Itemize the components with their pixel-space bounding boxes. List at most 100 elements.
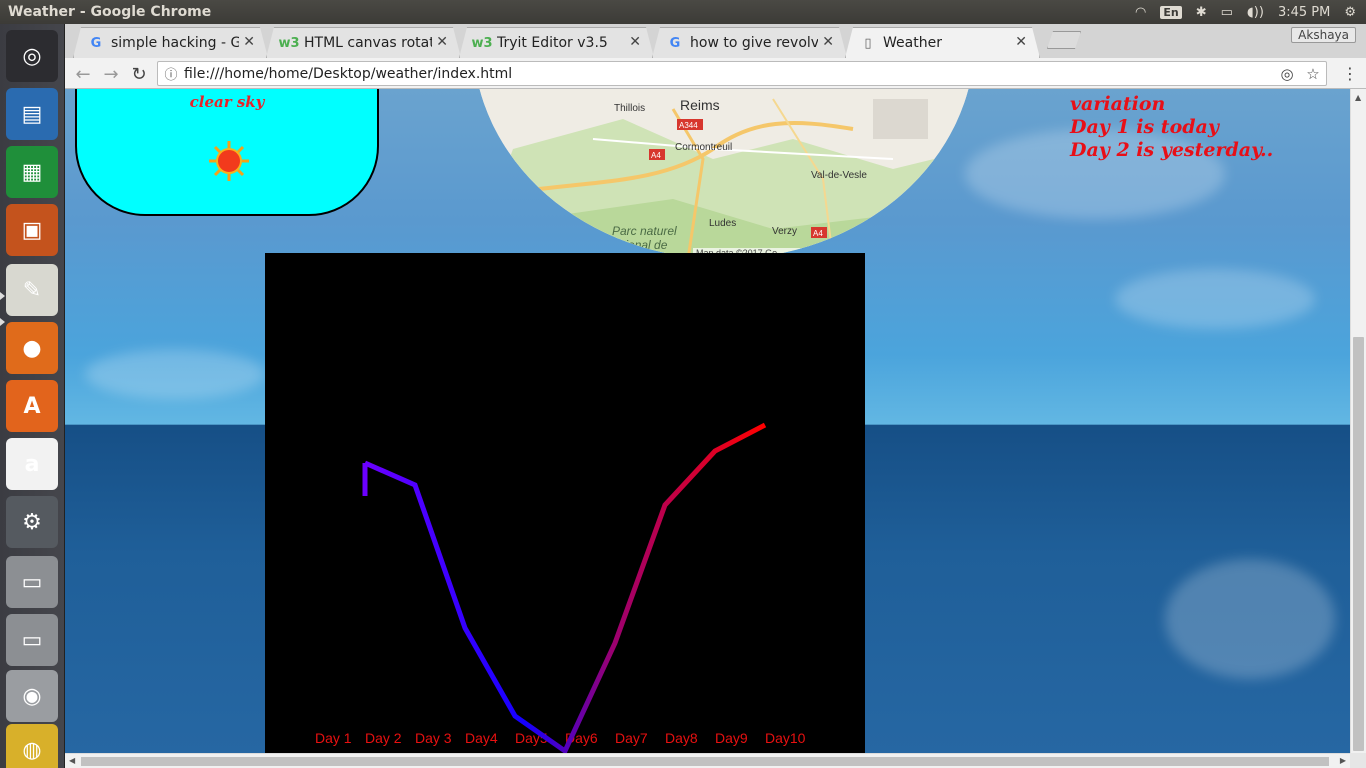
power-gear-icon[interactable]: ⚙ [1344, 5, 1356, 20]
map-label-cormontreuil: Cormontreuil [675, 142, 732, 153]
battery-icon[interactable]: ▭ [1221, 5, 1233, 20]
profile-button[interactable]: Akshaya [1291, 27, 1356, 43]
cloud [1165, 559, 1335, 679]
arrow-left-icon: ← [75, 63, 91, 85]
notes-text: variation Day 1 is today Day 2 is yesterda… [1070, 93, 1273, 162]
clock[interactable]: 3:45 PM [1278, 5, 1330, 20]
map-label-reims: Reims [680, 97, 720, 113]
forward-button[interactable]: → [99, 62, 123, 86]
firefox-icon[interactable]: ● [6, 322, 58, 374]
bluetooth-icon[interactable]: ✱ [1196, 5, 1207, 20]
temperature-series-line [363, 422, 767, 753]
bookmark-star-icon[interactable]: ☆ [1300, 65, 1326, 83]
scrollbar-corner [1350, 753, 1366, 768]
graph-svg: Day 1 Day 2 Day 3 Day4 Day5 Day6 Day7 Day8 Day9 D… [315, 422, 806, 753]
x-tick-label: Day9 [715, 730, 748, 746]
weather-card: clear sky [75, 89, 379, 216]
urban-block [873, 99, 928, 139]
system-top-panel: Weather - Google Chrome ◠ En ✱ ▭ ◖)) 3:4… [0, 0, 1366, 24]
tab-favicon-icon: w3 [278, 35, 300, 51]
chrome-icon[interactable]: ◍ [6, 724, 58, 768]
tab-5[interactable]: ▯ Weather ✕ [845, 27, 1040, 58]
libreoffice-calc-icon[interactable]: ▦ [6, 146, 58, 198]
dvd-icon[interactable]: ◉ [6, 670, 58, 722]
reload-icon: ↻ [131, 63, 147, 85]
x-tick-label: Day 3 [415, 730, 452, 746]
scroll-up-arrow-icon[interactable]: ▲ [1355, 93, 1361, 102]
tab-1[interactable]: Gsimple hacking - Go ✕ [73, 27, 268, 58]
map-label-thillois: Thillois [614, 103, 645, 114]
libreoffice-writer-icon[interactable]: ▤ [6, 88, 58, 140]
map-label-verzy: Verzy [772, 226, 797, 237]
disk-drive-2-icon[interactable]: ▭ [6, 614, 58, 666]
volume-icon[interactable]: ◖)) [1247, 5, 1264, 20]
cloud [85, 349, 265, 399]
map-label-parc-line1: Parc naturel [612, 224, 677, 238]
page-viewport: clear sky Reims Thillois Cormontreuil Va… [65, 89, 1350, 753]
x-tick-label: Day8 [665, 730, 698, 746]
tab-favicon-icon: G [90, 35, 102, 51]
map-circle[interactable]: Reims Thillois Cormontreuil Val-de-Vesle… [473, 89, 975, 259]
note-line: variation [1070, 93, 1166, 115]
horizontal-scroll-thumb[interactable] [81, 757, 1329, 766]
address-bar[interactable]: ⓘ file:///home/home/Desktop/weather/inde… [157, 61, 1327, 86]
location-target-icon[interactable]: ◎ [1274, 65, 1300, 83]
x-tick-label: Day4 [465, 730, 498, 746]
back-button[interactable]: ← [71, 62, 95, 86]
system-tray: ◠ En ✱ ▭ ◖)) 3:45 PM ⚙ [1135, 0, 1356, 24]
browser-toolbar: ← → ↻ ⓘ file:///home/home/Desktop/weathe… [65, 58, 1366, 89]
note-line: Day 2 is yesterday.. [1070, 139, 1274, 161]
keyboard-layout-indicator[interactable]: En [1160, 5, 1182, 19]
tab-4[interactable]: Ghow to give revolvi ✕ [652, 27, 847, 58]
tab-close-icon[interactable]: ✕ [1011, 34, 1027, 50]
arrow-right-icon: → [103, 63, 119, 85]
x-tick-label: Day7 [615, 730, 648, 746]
vertical-scroll-thumb[interactable] [1353, 337, 1364, 751]
chrome-menu-icon[interactable]: ⋮ [1342, 64, 1358, 83]
wifi-icon[interactable]: ◠ [1135, 5, 1146, 20]
tab-strip: Gsimple hacking - Go ✕ w3 HTML canvas rotat… [65, 24, 1366, 58]
x-tick-labels: Day 1 Day 2 Day 3 Day4 Day5 Day6 Day7 Day8 Day9 D… [315, 730, 806, 746]
vertical-scrollbar[interactable]: ▲ [1350, 89, 1366, 753]
tab-close-icon[interactable]: ✕ [432, 34, 448, 50]
horizontal-scrollbar[interactable]: ◀ ▶ [65, 753, 1350, 768]
address-url[interactable]: file:///home/home/Desktop/weather/index.… [184, 66, 1274, 82]
weather-description: clear sky [189, 93, 265, 111]
map-label-val-de-vesle: Val-de-Vesle [811, 170, 867, 181]
map-shield-a4-east-label: A4 [813, 229, 823, 238]
libreoffice-impress-icon[interactable]: ▣ [6, 204, 58, 256]
tab-favicon-icon: w3 [471, 35, 493, 51]
scroll-right-arrow-icon[interactable]: ▶ [1340, 756, 1346, 765]
tab-2[interactable]: w3 HTML canvas rotate ✕ [266, 27, 461, 58]
map-shield-a344-label: A344 [679, 121, 698, 130]
map-shield-a4-west-label: A4 [651, 151, 661, 160]
ubuntu-dash-icon[interactable]: ◎ [6, 30, 58, 82]
disk-drive-icon[interactable]: ▭ [6, 556, 58, 608]
x-tick-label: Day 1 [315, 730, 352, 746]
sun-icon [209, 141, 249, 181]
tab-close-icon[interactable]: ✕ [239, 34, 255, 50]
text-editor-icon[interactable]: ✎ [6, 264, 58, 316]
running-indicator [0, 318, 5, 326]
tab-3[interactable]: w3 Tryit Editor v3.5 ✕ [459, 27, 654, 58]
temperature-graph-canvas: Day 1 Day 2 Day 3 Day4 Day5 Day6 Day7 Day8 Day9 D… [265, 253, 865, 753]
map-canvas[interactable]: Reims Thillois Cormontreuil Val-de-Vesle… [473, 89, 975, 259]
system-settings-icon[interactable]: ⚙ [6, 496, 58, 548]
tab-close-icon[interactable]: ✕ [625, 34, 641, 50]
reload-button[interactable]: ↻ [127, 62, 151, 86]
software-center-icon[interactable]: A [6, 380, 58, 432]
x-tick-label: Day10 [765, 730, 806, 746]
window-title: Weather - Google Chrome [8, 4, 212, 20]
new-tab-button[interactable] [1047, 31, 1081, 49]
amazon-icon[interactable]: a [6, 438, 58, 490]
unity-launcher: ◎ ▤ ▦ ▣ ✎ ● Aa ⚙ ▭ ▭ ◉ ◍ [0, 24, 65, 768]
tab-favicon-icon: G [669, 35, 681, 51]
tab-favicon-icon: ▯ [864, 35, 872, 51]
tab-close-icon[interactable]: ✕ [818, 34, 834, 50]
page-info-icon[interactable]: ⓘ [158, 64, 184, 83]
scroll-left-arrow-icon[interactable]: ◀ [69, 756, 75, 765]
cloud [1115, 269, 1315, 329]
series-line-group [362, 422, 767, 753]
map-label-ludes: Ludes [709, 218, 736, 229]
running-indicator [0, 292, 5, 300]
